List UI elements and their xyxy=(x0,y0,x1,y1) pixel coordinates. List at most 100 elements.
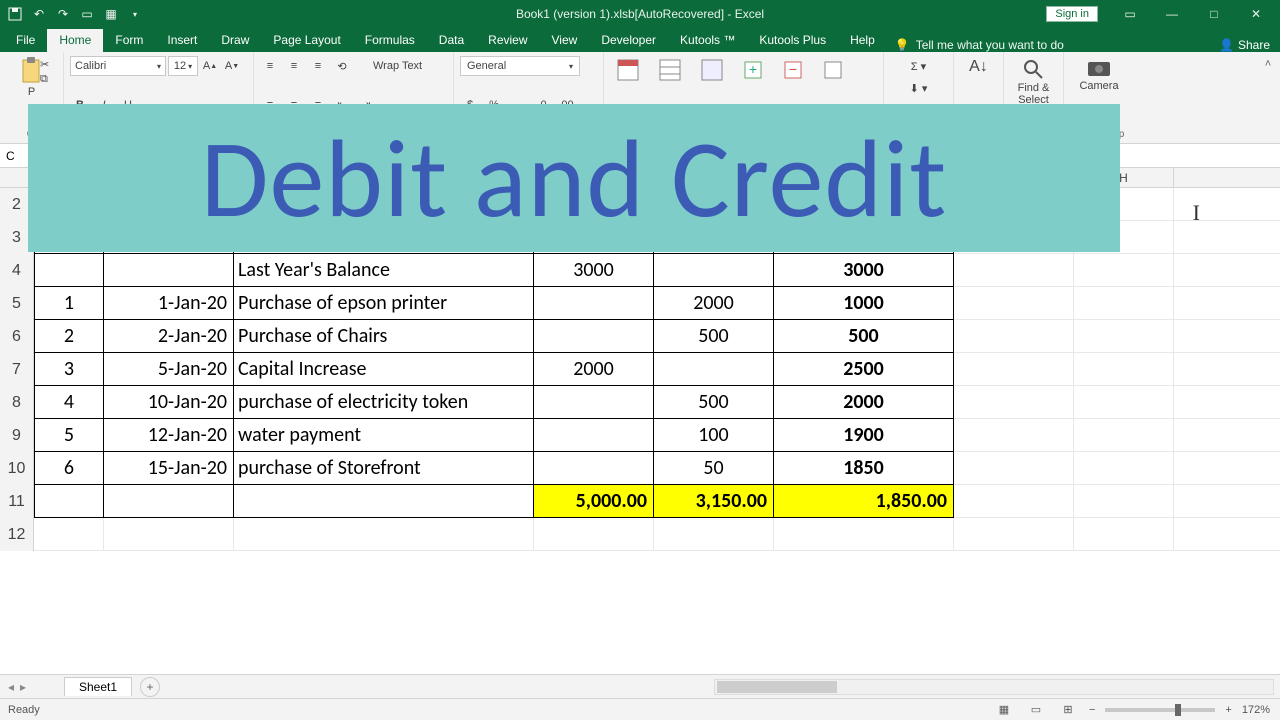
cell[interactable] xyxy=(654,254,774,287)
cell[interactable] xyxy=(534,452,654,485)
sheet-nav-prev-icon[interactable]: ◂ xyxy=(8,680,14,694)
tellme-input[interactable]: Tell me what you want to do xyxy=(916,38,1064,52)
cell[interactable] xyxy=(954,452,1074,485)
cell[interactable] xyxy=(1074,485,1174,518)
tab-file[interactable]: File xyxy=(4,29,47,52)
cell[interactable]: 15-Jan-20 xyxy=(104,452,234,485)
cell[interactable]: 500 xyxy=(654,320,774,353)
cell[interactable]: Purchase of Chairs xyxy=(234,320,534,353)
cell[interactable]: Capital Increase xyxy=(234,353,534,386)
cell[interactable] xyxy=(234,518,534,551)
cell[interactable]: 1850 xyxy=(774,452,954,485)
cell[interactable]: 4 xyxy=(34,386,104,419)
cell[interactable] xyxy=(654,518,774,551)
cell[interactable] xyxy=(234,485,534,518)
cell[interactable]: 2-Jan-20 xyxy=(104,320,234,353)
cell[interactable]: 3000 xyxy=(774,254,954,287)
cell[interactable] xyxy=(954,254,1074,287)
cell[interactable] xyxy=(104,518,234,551)
cell[interactable] xyxy=(1074,452,1174,485)
number-format-combo[interactable]: General▾ xyxy=(460,56,580,76)
normal-view-icon[interactable]: ▦ xyxy=(993,702,1015,718)
close-icon[interactable]: ✕ xyxy=(1236,2,1276,26)
wrap-text-button[interactable]: Wrap Text xyxy=(368,56,427,76)
cell[interactable]: purchase of Storefront xyxy=(234,452,534,485)
cell[interactable] xyxy=(654,353,774,386)
zoom-out-icon[interactable]: − xyxy=(1089,704,1095,716)
cell[interactable] xyxy=(954,320,1074,353)
row-header[interactable]: 5 xyxy=(0,287,34,320)
decrease-font-icon[interactable]: A▼ xyxy=(222,56,242,76)
cell[interactable]: 5 xyxy=(34,419,104,452)
qat-dropdown-icon[interactable]: ▾ xyxy=(126,5,144,23)
tab-formulas[interactable]: Formulas xyxy=(353,29,427,52)
cell[interactable] xyxy=(34,485,104,518)
cell[interactable] xyxy=(954,386,1074,419)
cell[interactable]: 2500 xyxy=(774,353,954,386)
cell[interactable] xyxy=(954,419,1074,452)
tab-developer[interactable]: Developer xyxy=(589,29,668,52)
cell[interactable]: 5-Jan-20 xyxy=(104,353,234,386)
align-middle-icon[interactable]: ≡ xyxy=(284,56,304,76)
cell[interactable]: 10-Jan-20 xyxy=(104,386,234,419)
cell[interactable]: Last Year's Balance xyxy=(234,254,534,287)
cell[interactable] xyxy=(1074,419,1174,452)
conditional-formatting-button[interactable] xyxy=(610,56,646,84)
page-break-view-icon[interactable]: ⊞ xyxy=(1057,702,1079,718)
sort-filter-button[interactable]: A↓ xyxy=(963,56,994,78)
cell[interactable]: 500 xyxy=(774,320,954,353)
cut-icon[interactable]: ✂ xyxy=(40,58,49,71)
zoom-slider[interactable] xyxy=(1105,708,1215,712)
cell[interactable] xyxy=(954,287,1074,320)
tab-help[interactable]: Help xyxy=(838,29,887,52)
tab-page-layout[interactable]: Page Layout xyxy=(261,29,352,52)
row-header[interactable]: 4 xyxy=(0,254,34,287)
redo-icon[interactable]: ↷ xyxy=(54,5,72,23)
tab-draw[interactable]: Draw xyxy=(209,29,261,52)
cell[interactable] xyxy=(1074,518,1174,551)
add-sheet-button[interactable]: + xyxy=(140,677,160,697)
cell[interactable]: 50 xyxy=(654,452,774,485)
cell[interactable]: 100 xyxy=(654,419,774,452)
cell[interactable]: 2000 xyxy=(654,287,774,320)
row-header[interactable]: 9 xyxy=(0,419,34,452)
sheet-nav-next-icon[interactable]: ▸ xyxy=(20,680,26,694)
paste-label[interactable]: P xyxy=(28,86,35,98)
share-button[interactable]: Share xyxy=(1238,38,1270,52)
zoom-level[interactable]: 172% xyxy=(1242,704,1270,716)
format-cells-button[interactable] xyxy=(816,56,850,84)
tab-form[interactable]: Form xyxy=(103,29,155,52)
cell[interactable] xyxy=(104,254,234,287)
cell[interactable] xyxy=(954,485,1074,518)
row-header[interactable]: 6 xyxy=(0,320,34,353)
cell[interactable]: purchase of electricity token xyxy=(234,386,534,419)
row-header[interactable]: 10 xyxy=(0,452,34,485)
sheet-tab[interactable]: Sheet1 xyxy=(64,677,132,696)
cell[interactable] xyxy=(534,287,654,320)
cell[interactable]: 2000 xyxy=(774,386,954,419)
cell[interactable]: 3 xyxy=(34,353,104,386)
cell[interactable] xyxy=(954,518,1074,551)
cell[interactable] xyxy=(534,320,654,353)
cell[interactable]: 1-Jan-20 xyxy=(104,287,234,320)
page-layout-view-icon[interactable]: ▭ xyxy=(1025,702,1047,718)
cell[interactable] xyxy=(954,353,1074,386)
cell[interactable]: 3000 xyxy=(534,254,654,287)
cell[interactable]: 2000 xyxy=(534,353,654,386)
cell[interactable]: 12-Jan-20 xyxy=(104,419,234,452)
format-table-button[interactable] xyxy=(652,56,688,84)
cell[interactable]: 1 xyxy=(34,287,104,320)
cell[interactable]: 2 xyxy=(34,320,104,353)
cell[interactable] xyxy=(1074,353,1174,386)
cell[interactable]: 5,000.00 xyxy=(534,485,654,518)
insert-cells-button[interactable]: + xyxy=(736,56,770,84)
cell[interactable] xyxy=(534,518,654,551)
cell-styles-button[interactable] xyxy=(694,56,730,84)
row-header[interactable]: 8 xyxy=(0,386,34,419)
cell[interactable] xyxy=(1074,386,1174,419)
find-select-button[interactable]: Find & Select xyxy=(1012,56,1056,108)
tab-home[interactable]: Home xyxy=(47,29,103,52)
increase-font-icon[interactable]: A▲ xyxy=(200,56,220,76)
row-header[interactable]: 12 xyxy=(0,518,34,551)
align-top-icon[interactable]: ≡ xyxy=(260,56,280,76)
